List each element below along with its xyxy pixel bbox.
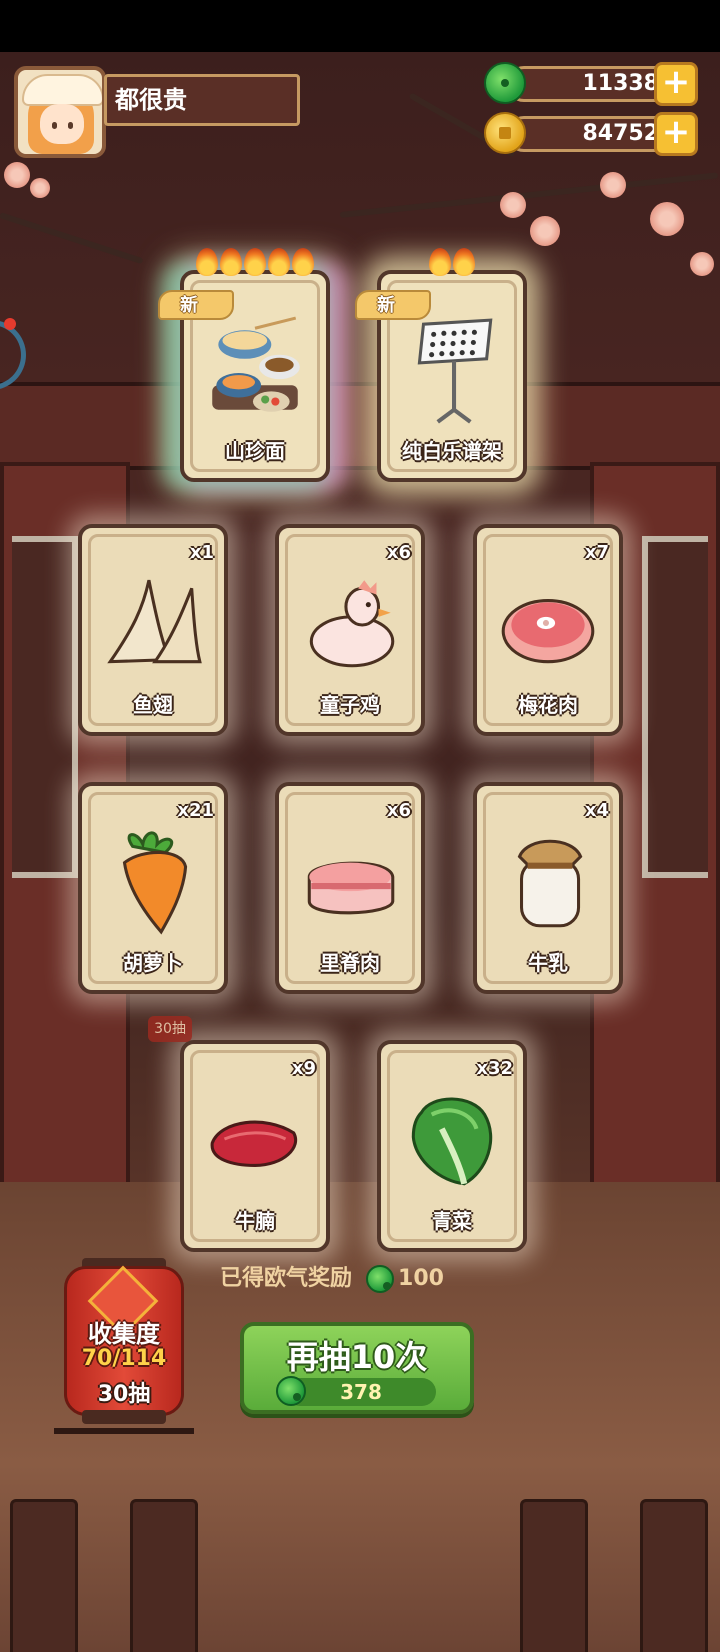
collection-lantern[interactable]: 收集度 70/114 30抽 (54, 1258, 194, 1434)
featured-card-noodle[interactable]: 新 山珍面 (158, 248, 330, 482)
jade-amount: 11338 (506, 66, 676, 102)
jade-coin-icon (366, 1265, 395, 1293)
fence-post (520, 1499, 588, 1652)
add-gold-button[interactable]: + (654, 112, 698, 156)
card-name: 梅花肉 (518, 693, 578, 717)
collection-pulls: 30抽 (97, 1382, 151, 1407)
add-jade-button[interactable]: + (654, 62, 698, 106)
avatar-eye (52, 122, 57, 129)
player-avatar[interactable] (14, 66, 106, 158)
card-name: 牛乳 (528, 951, 568, 975)
card-name: 纯白乐谱架 (402, 439, 502, 463)
avatar-hat (22, 74, 102, 106)
luck-reward-label: 已得欧气奖励 (220, 1266, 353, 1291)
flame-icon (244, 248, 266, 276)
card-quantity: x21 (177, 800, 214, 821)
music-stand-icon (417, 318, 493, 424)
blossom-flower (650, 202, 684, 236)
card-quantity: x1 (189, 542, 214, 563)
blossom-flower (600, 172, 626, 198)
fence-post (10, 1499, 78, 1652)
ingredient-card[interactable]: x6 童子鸡 (275, 524, 425, 736)
luck-reward: 已得欧气奖励 100 (220, 1262, 444, 1296)
notification-dot (4, 318, 16, 330)
card-quantity: x32 (476, 1058, 513, 1079)
blossom-branch (0, 212, 144, 265)
jade-coin-icon (484, 62, 526, 104)
noodle-feast-icon (212, 316, 300, 412)
right-window-lattice (642, 536, 708, 878)
milk-jar-icon (517, 839, 583, 928)
card-name: 山珍面 (225, 439, 285, 463)
ingredient-card[interactable]: x4 牛乳 (473, 782, 623, 994)
card-name: 牛腩 (235, 1209, 275, 1233)
draw-again-button[interactable]: 再抽10次 378 (240, 1322, 474, 1414)
blossom-flower (500, 192, 526, 218)
collection-label: 收集度 (88, 1320, 160, 1348)
pork-steak-icon (501, 599, 595, 664)
status-bar (0, 0, 720, 52)
ingredient-card[interactable]: x32 青菜 (377, 1040, 527, 1252)
collection-progress: 70/114 (81, 1346, 167, 1371)
jade-coin-icon (276, 1376, 306, 1406)
bok-choy-icon (411, 1097, 493, 1186)
blossom-flower (690, 252, 714, 276)
shark-fin-icon (107, 579, 202, 664)
ingredient-card[interactable]: x9 牛腩 (180, 1040, 330, 1252)
card-quantity: x6 (386, 542, 411, 563)
flame-icon (268, 248, 290, 276)
beef-brisket-icon (210, 1120, 297, 1167)
card-quantity: x9 (291, 1058, 316, 1079)
gold-currency: 84752 + (484, 112, 698, 156)
background-pull-badge: 30抽 (148, 1016, 192, 1042)
luck-reward-amount: 100 (398, 1266, 444, 1291)
wall-beam (0, 382, 720, 470)
card-name: 青菜 (432, 1209, 472, 1233)
gold-amount: 84752 (506, 116, 676, 152)
blossom-flower (30, 178, 50, 198)
draw-again-label: 再抽10次 (286, 1338, 428, 1376)
rarity-flames (381, 248, 523, 280)
left-window-lattice (12, 536, 78, 878)
blossom-flower (530, 216, 560, 246)
avatar-eye (68, 122, 73, 129)
fence-post (640, 1499, 708, 1652)
ingredient-card[interactable]: x6 里脊肉 (275, 782, 425, 994)
card-quantity: x7 (584, 542, 609, 563)
flame-icon (196, 248, 218, 276)
gold-coin-icon (484, 112, 526, 154)
card-name: 童子鸡 (320, 693, 380, 717)
featured-card-music-stand[interactable]: 新 纯白乐谱架 (355, 248, 527, 482)
player-name: 都很贵 (104, 74, 300, 126)
card-name: 鱼翅 (133, 693, 173, 717)
card-quantity: x6 (386, 800, 411, 821)
card-name: 胡萝卜 (123, 951, 183, 975)
flame-icon (429, 248, 451, 276)
flame-icon (220, 248, 242, 276)
ingredient-card[interactable]: x7 梅花肉 (473, 524, 623, 736)
jade-currency: 11338 + (484, 62, 698, 106)
blossom-flower (4, 162, 30, 188)
carrot-icon (122, 831, 188, 935)
fence-post (130, 1499, 198, 1652)
ingredient-card[interactable]: x1 鱼翅 (78, 524, 228, 736)
rarity-flames (184, 248, 326, 280)
tenderloin-icon (307, 861, 395, 915)
lantern-stand (54, 1418, 194, 1434)
flame-icon (453, 248, 475, 276)
draw-cost: 378 (286, 1378, 436, 1406)
chicken-icon (309, 580, 395, 668)
avatar-face (40, 104, 84, 144)
card-quantity: x4 (584, 800, 609, 821)
ingredient-card[interactable]: x21 胡萝卜 (78, 782, 228, 994)
flame-icon (292, 248, 314, 276)
card-name: 里脊肉 (320, 951, 380, 975)
